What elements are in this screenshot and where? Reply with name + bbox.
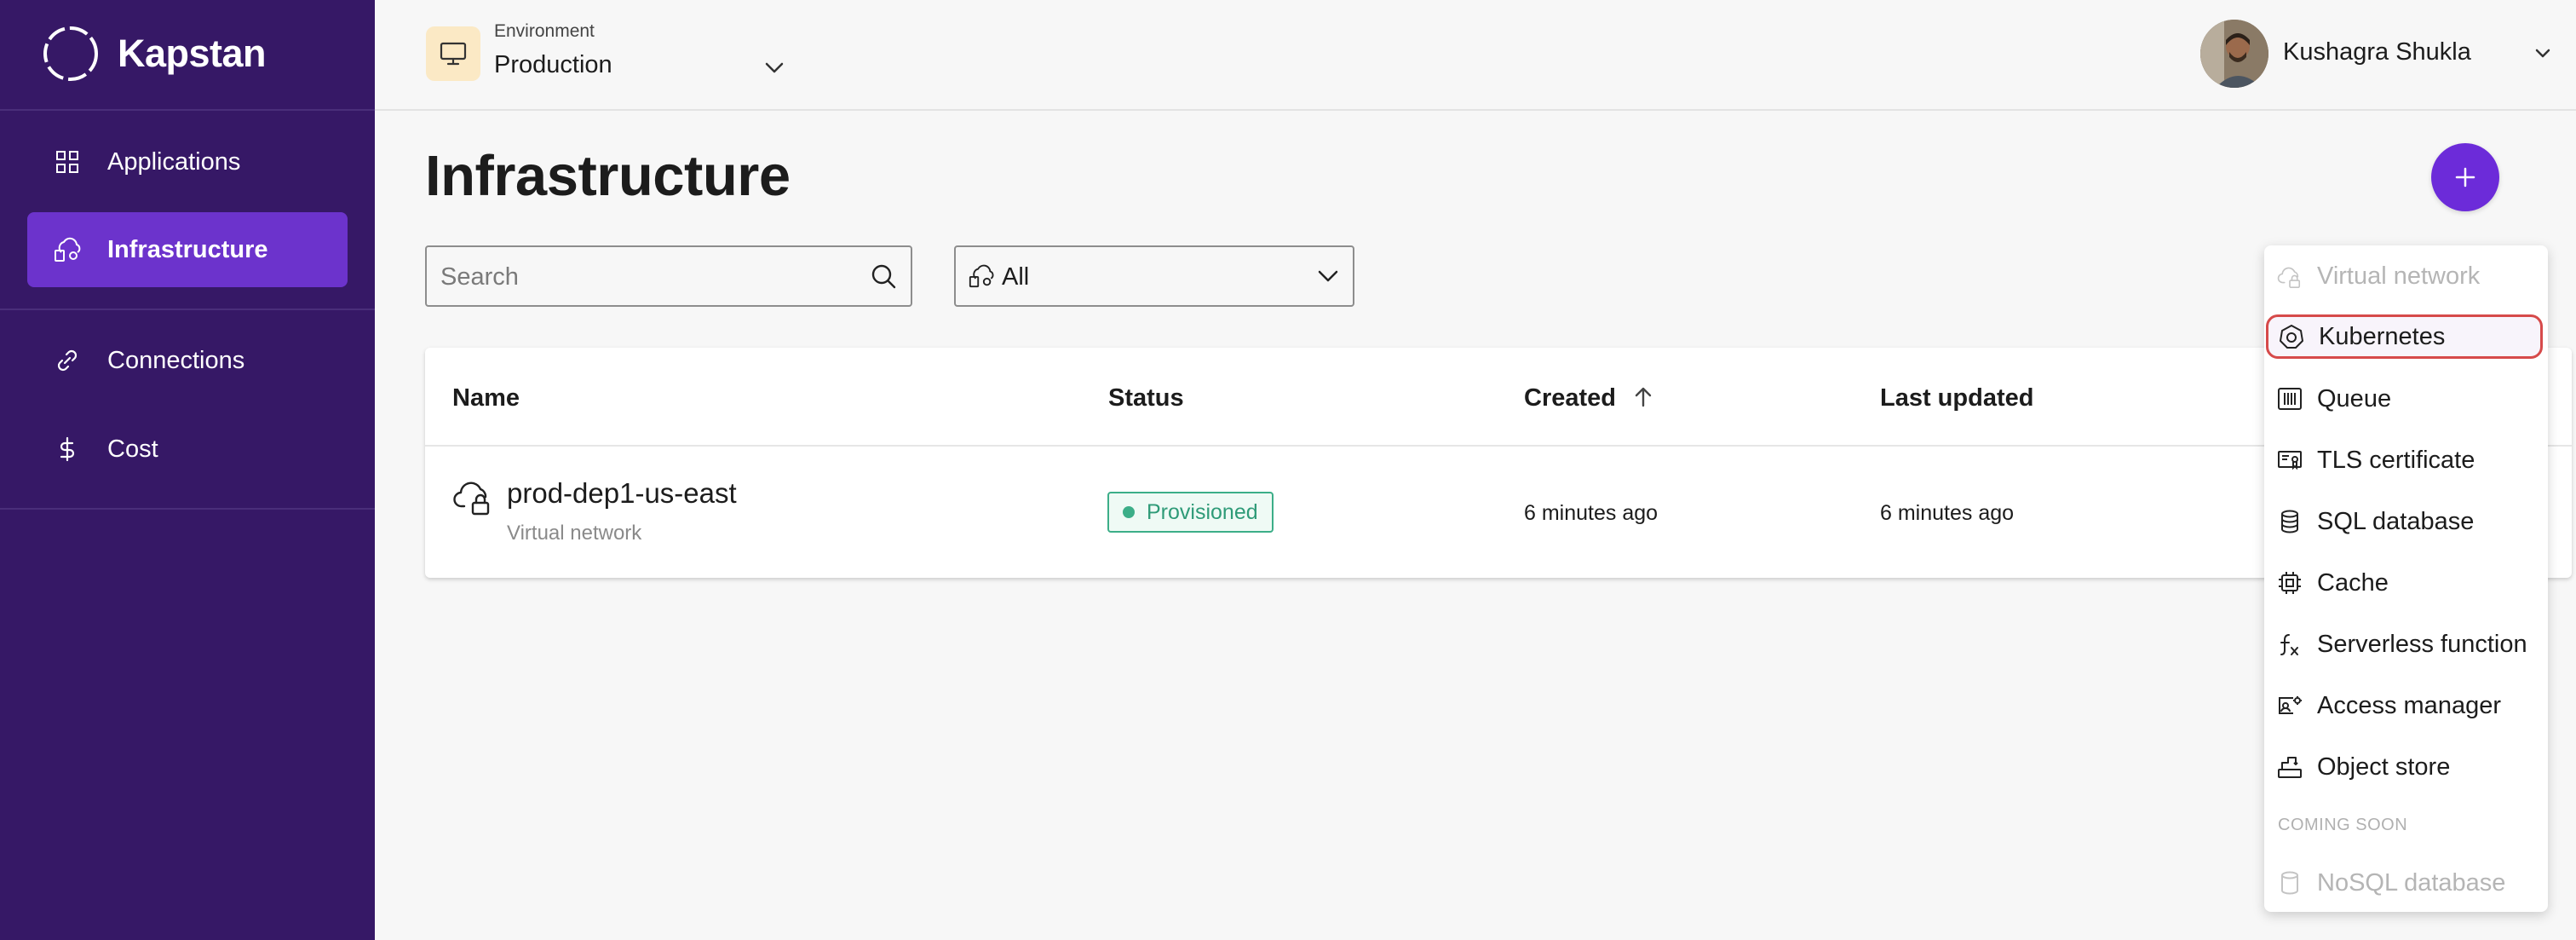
cloud-lock-icon [2276,262,2303,290]
menu-item-label: Virtual network [2317,262,2481,290]
environment-icon-box [426,26,480,81]
menu-item-tls-certificate[interactable]: TLS certificate [2264,438,2548,482]
certificate-icon [2276,447,2303,474]
sidebar-item-label: Cost [107,435,158,463]
chevron-down-icon[interactable] [2530,41,2556,66]
menu-item-cache[interactable]: Cache [2264,561,2548,605]
page-title: Infrastructure [425,144,791,208]
sidebar: Kapstan Applications Infrastructure Conn… [0,0,375,940]
sidebar-item-cost[interactable]: Cost [27,412,348,487]
created-value: 6 minutes ago [1524,501,1659,525]
cloud-lock-icon [453,482,490,516]
menu-item-nosql-database[interactable]: NoSQL database [2264,861,2548,905]
add-resource-menu: Virtual network Kubernetes Queue TLS cer… [2264,245,2548,912]
plus-icon [2455,167,2475,187]
sidebar-item-connections[interactable]: Connections [27,323,348,398]
type-filter-select[interactable]: All [954,245,1354,307]
sidebar-divider [0,508,375,510]
brand[interactable]: Kapstan [41,24,267,84]
object-store-icon [2276,753,2303,781]
arrow-up-icon [1635,388,1652,407]
sidebar-item-label: Applications [107,147,241,176]
sidebar-divider [0,109,375,111]
menu-item-label: Object store [2317,753,2451,781]
search-icon[interactable] [870,262,897,290]
resource-type: Virtual network [507,522,642,545]
status-badge: Provisioned [1107,492,1274,533]
monitor-icon [440,42,467,66]
environment-selector[interactable]: Production [494,51,612,79]
menu-item-label: Serverless function [2317,630,2527,658]
last-updated-value: 6 minutes ago [1880,501,2015,525]
status-dot [1123,506,1135,518]
status-label: Provisioned [1147,500,1258,524]
menu-item-serverless-function[interactable]: Serverless function [2264,622,2548,666]
sidebar-item-infrastructure[interactable]: Infrastructure [27,212,348,287]
link-icon [53,346,82,375]
menu-item-virtual-network[interactable]: Virtual network [2264,254,2548,298]
column-header-status[interactable]: Status [1108,384,1184,412]
dollar-icon [53,435,82,464]
filter-value: All [1002,263,1030,291]
grid-icon [53,147,82,176]
sidebar-item-label: Infrastructure [107,235,268,263]
menu-item-queue[interactable]: Queue [2264,377,2548,421]
menu-item-sql-database[interactable]: SQL database [2264,499,2548,544]
user-name[interactable]: Kushagra Shukla [2283,38,2471,66]
search-input[interactable] [439,247,851,307]
sidebar-item-label: Connections [107,346,245,374]
avatar[interactable] [2200,20,2268,88]
environment-caption: Environment [494,21,595,41]
chevron-down-icon [1318,270,1338,282]
resource-name[interactable]: prod-dep1-us-east [507,477,737,510]
database-icon [2276,508,2303,535]
menu-item-label: Queue [2317,384,2392,412]
infrastructure-icon [53,235,82,264]
access-manager-icon [2276,692,2303,719]
column-header-label: Created [1524,384,1616,412]
coming-soon-label: COMING SOON [2278,816,2408,834]
menu-item-object-store[interactable]: Object store [2264,745,2548,789]
menu-item-label: Access manager [2317,691,2501,719]
menu-item-label: TLS certificate [2317,446,2475,474]
menu-item-kubernetes[interactable]: Kubernetes [2266,314,2543,359]
menu-item-access-manager[interactable]: Access manager [2264,683,2548,728]
kapstan-logo-icon [43,26,98,81]
table-header-divider [425,445,2572,447]
user-avatar-image [2200,20,2268,88]
menu-item-label: SQL database [2317,507,2475,535]
infrastructure-icon [969,264,994,288]
search-box [425,245,912,307]
sidebar-item-applications[interactable]: Applications [27,124,348,199]
column-header-last-updated[interactable]: Last updated [1880,384,2033,412]
queue-icon [2276,385,2303,412]
column-header-name[interactable]: Name [452,384,520,412]
resources-table: Name Status Created Last updated prod-de… [425,348,2572,578]
column-header-created[interactable]: Created [1524,384,1655,412]
menu-item-label: Kubernetes [2319,322,2446,350]
sidebar-divider [0,309,375,310]
topbar: Environment Production Kushagra Shukla [375,0,2576,111]
add-resource-button[interactable] [2431,143,2499,211]
kubernetes-icon [2278,323,2305,350]
nosql-database-icon [2276,869,2303,897]
chevron-down-icon[interactable] [762,55,787,80]
menu-item-label: NoSQL database [2317,868,2506,897]
function-icon [2276,631,2303,658]
brand-name: Kapstan [118,32,267,75]
chip-icon [2276,569,2303,597]
menu-item-label: Cache [2317,568,2389,597]
